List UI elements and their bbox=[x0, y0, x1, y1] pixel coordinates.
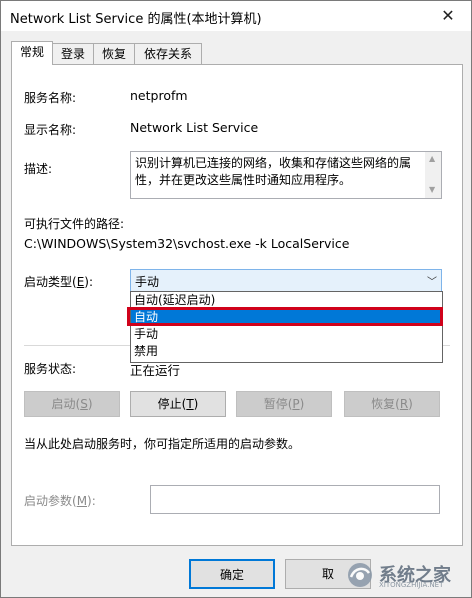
service-status-label: 服务状态: bbox=[24, 362, 77, 376]
window-title: Network List Service 的属性(本地计算机) bbox=[10, 12, 262, 27]
close-icon[interactable]: ✕ bbox=[425, 1, 471, 31]
option-auto[interactable]: 自动 bbox=[131, 309, 442, 326]
description-label: 描述: bbox=[24, 162, 53, 176]
startup-type-select[interactable]: 手动 ﹀ bbox=[130, 269, 442, 292]
option-auto-delayed[interactable]: 自动(延迟启动) bbox=[131, 292, 442, 309]
option-manual[interactable]: 手动 bbox=[131, 326, 442, 343]
description-text: 识别计算机已连接的网络，收集和存储这些网络的属性，并在更改这些属性时通知应用程序… bbox=[135, 156, 412, 187]
chevron-down-icon: ﹀ bbox=[427, 277, 437, 288]
stop-button[interactable]: 停止(T) bbox=[130, 391, 226, 417]
site-watermark: 系统之家 XITONGZHIJIA.NET bbox=[345, 561, 465, 589]
option-disabled[interactable]: 禁用 bbox=[131, 343, 442, 360]
ok-button[interactable]: 确定 bbox=[189, 559, 275, 589]
startup-type-value: 手动 bbox=[135, 275, 160, 289]
service-name-label: 服务名称: bbox=[24, 91, 77, 105]
service-name-value: netprofm bbox=[130, 88, 188, 103]
pause-button[interactable]: 暂停(P) bbox=[236, 391, 332, 417]
general-panel: 服务名称: netprofm 显示名称: Network List Servic… bbox=[11, 64, 463, 546]
startup-type-label: 启动类型(E): bbox=[24, 275, 94, 289]
title-bar[interactable]: Network List Service 的属性(本地计算机) ✕ bbox=[1, 1, 471, 31]
display-name-value: Network List Service bbox=[130, 120, 259, 135]
watermark-sub: XITONGZHIJIA.NET bbox=[379, 581, 444, 589]
display-name-label: 显示名称: bbox=[24, 123, 77, 137]
start-params-label: 启动参数(M): bbox=[24, 494, 96, 508]
start-button[interactable]: 启动(S) bbox=[24, 391, 120, 417]
start-params-input[interactable] bbox=[150, 485, 440, 514]
scroll-down-icon[interactable]: ▼ bbox=[429, 185, 435, 194]
watermark-logo-icon bbox=[348, 563, 372, 587]
description-box[interactable]: 识别计算机已连接的网络，收集和存储这些网络的属性，并在更改这些属性时通知应用程序… bbox=[130, 151, 442, 199]
resume-button[interactable]: 恢复(R) bbox=[344, 391, 440, 417]
scroll-up-icon[interactable]: ▲ bbox=[429, 154, 435, 163]
exe-path-value: C:\WINDOWS\System32\svchost.exe -k Local… bbox=[24, 236, 350, 251]
description-scrollbar[interactable]: ▲ ▼ bbox=[425, 152, 441, 198]
properties-dialog: Network List Service 的属性(本地计算机) ✕ 常规 登录 … bbox=[0, 0, 472, 598]
exe-path-label: 可执行文件的路径: bbox=[24, 217, 125, 231]
tab-logon[interactable]: 登录 bbox=[52, 43, 94, 64]
startup-type-dropdown: 自动(延迟启动) 自动 手动 禁用 bbox=[130, 291, 443, 363]
tab-general[interactable]: 常规 bbox=[11, 41, 53, 65]
tab-recovery[interactable]: 恢复 bbox=[93, 43, 135, 64]
tab-dependencies[interactable]: 依存关系 bbox=[134, 43, 202, 64]
start-params-hint: 当从此处启动服务时，你可指定所适用的启动参数。 bbox=[24, 437, 301, 451]
